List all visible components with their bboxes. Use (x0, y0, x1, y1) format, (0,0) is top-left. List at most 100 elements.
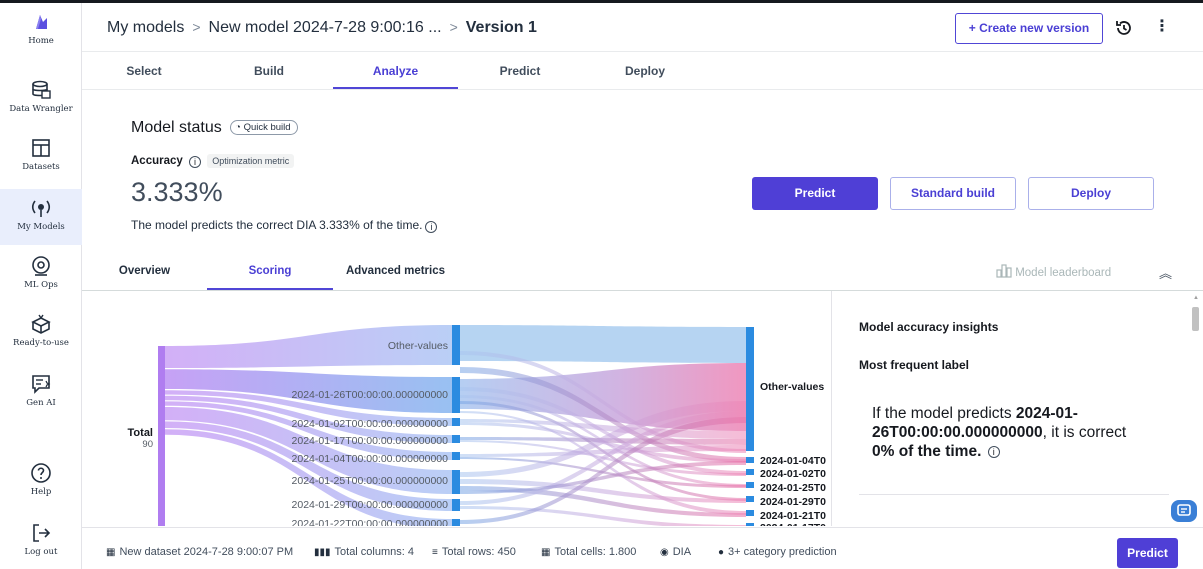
sankey-total-label: Total (128, 427, 153, 439)
sankey-node-actual (746, 457, 754, 463)
rail-item-datasets[interactable]: Datasets (0, 137, 82, 172)
gen-ai-icon (32, 375, 51, 394)
footer-model-type: ● 3+ category prediction (718, 546, 837, 558)
left-navigation-rail: Home Data Wrangler Datasets My Models ML… (0, 3, 82, 569)
deploy-button[interactable]: Deploy (1028, 177, 1154, 210)
chat-bubble-glyph (1177, 504, 1191, 516)
footer-dataset: ▦ New dataset 2024-7-28 9:00:07 PM (106, 546, 293, 558)
model-status-title: Model status (131, 119, 222, 136)
sankey-predicted-label: 2024-01-04T00:00:00.000000000 (292, 453, 449, 465)
sankey-node-predicted (452, 435, 460, 443)
create-new-version-button[interactable]: + Create new version (955, 13, 1103, 44)
sankey-node-actual (746, 496, 754, 502)
rail-label: Datasets (22, 162, 60, 172)
sankey-total-value: 90 (142, 439, 153, 450)
subtab-advanced-metrics[interactable]: Advanced metrics (338, 253, 453, 290)
sankey-actual-label: 2024-01-21T0 (760, 510, 826, 522)
breadcrumb-version: Version 1 (465, 19, 537, 36)
sankey-node-actual (746, 482, 754, 488)
rail-item-log-out[interactable]: Log out (0, 522, 82, 557)
breadcrumb-model[interactable]: New model 2024-7-28 9:00:16 ... (209, 19, 442, 36)
sankey-predicted-label: 2024-01-29T00:00:00.000000000 (292, 499, 449, 511)
accuracy-description-text: The model predicts the correct DIA 3.333… (131, 218, 423, 232)
footer-target-label: DIA (672, 546, 692, 558)
rail-label: Log out (24, 547, 58, 557)
accuracy-label: Accuracy (131, 155, 183, 167)
subtab-scoring[interactable]: Scoring (207, 253, 333, 290)
chevron-right-icon: > (192, 19, 201, 35)
sankey-node-predicted (452, 325, 460, 365)
sankey-actual-label: 2024-01-25T0 (760, 482, 826, 494)
tab-select[interactable]: Select (112, 53, 176, 89)
collapse-icon[interactable]: ︽ (1159, 263, 1172, 282)
rail-item-my-models[interactable]: My Models (0, 189, 82, 245)
sankey-node-actual (746, 510, 754, 516)
scoring-sankey-chart: Total 90 Other-values 2024-01-26T00:00:00.0… (82, 291, 830, 526)
footer-cells-label: Total cells: 1.800 (554, 546, 637, 558)
rail-item-gen-ai[interactable]: Gen AI (0, 373, 82, 408)
insights-title: Model accuracy insights (859, 320, 999, 334)
speedometer-icon: ◔ (235, 122, 241, 133)
divider (859, 494, 1169, 495)
footer-dataset-label: New dataset 2024-7-28 9:00:07 PM (119, 546, 294, 558)
sankey-svg: Total90 Other-values 2024-01-26T00:00:00.0… (128, 325, 826, 526)
more-options-icon[interactable]: ⋮ (1154, 17, 1170, 37)
predict-button[interactable]: Predict (752, 177, 878, 210)
footer-type-label: 3+ category prediction (728, 546, 837, 558)
ml-ops-icon (32, 256, 50, 276)
optimization-metric-tag: Optimization metric (207, 154, 295, 168)
rail-item-home[interactable]: Home (0, 11, 82, 46)
info-icon[interactable]: i (425, 221, 438, 233)
rail-label: Data Wrangler (9, 104, 73, 114)
rail-item-ml-ops[interactable]: ML Ops (0, 255, 82, 290)
home-icon (36, 15, 47, 29)
sankey-links-predicted-to-actual (460, 325, 746, 526)
quick-build-label: Quick build (243, 122, 291, 133)
cells-icon: ▦ (541, 547, 551, 558)
subtab-overview[interactable]: Overview (102, 253, 187, 290)
model-leaderboard-link: Model leaderboard (996, 264, 1111, 279)
table-icon: ▦ (106, 547, 116, 558)
rows-icon: ≡ (432, 547, 438, 558)
insights-text-2: , it is correct (1042, 424, 1127, 441)
info-icon[interactable]: i (189, 156, 201, 168)
breadcrumb: My models > New model 2024-7-28 9:00:16 ..… (107, 19, 537, 37)
chat-icon[interactable] (1171, 500, 1197, 522)
scrollbar-thumb[interactable] (1192, 307, 1199, 331)
log-out-icon (33, 524, 51, 542)
analysis-subtabs: Overview Scoring Advanced metrics Model … (82, 253, 1203, 291)
tab-build[interactable]: Build (237, 53, 301, 89)
sankey-node-actual (746, 469, 754, 475)
rail-label: Home (28, 36, 54, 46)
tab-analyze[interactable]: Analyze (333, 53, 458, 89)
sankey-node-predicted (452, 377, 460, 413)
sankey-predicted-label: 2024-01-25T00:00:00.000000000 (292, 475, 449, 487)
sankey-predicted-label: 2024-01-02T00:00:00.000000000 (292, 418, 449, 430)
sankey-actual-label: Other-values (760, 381, 824, 393)
rail-item-data-wrangler[interactable]: Data Wrangler (0, 79, 82, 114)
rail-label: Help (30, 487, 52, 497)
rail-item-help[interactable]: Help (0, 462, 82, 497)
page-header: My models > New model 2024-7-28 9:00:16 ..… (82, 3, 1203, 52)
my-models-icon (31, 200, 51, 217)
quick-build-badge: ◔ Quick build (230, 120, 298, 135)
tab-predict[interactable]: Predict (488, 53, 552, 89)
footer-predict-button[interactable]: Predict (1117, 538, 1178, 568)
sankey-actual-label: 2024-01-02T0 (760, 468, 826, 480)
rail-item-ready-to-use[interactable]: Ready-to-use (0, 313, 82, 348)
rail-label: ML Ops (24, 280, 58, 290)
tab-deploy[interactable]: Deploy (613, 53, 677, 89)
sankey-predicted-label: 2024-01-22T00:00:00.000000000 (292, 518, 449, 526)
sankey-node-predicted (452, 418, 460, 426)
standard-build-button[interactable]: Standard build (890, 177, 1016, 210)
sankey-node-predicted (452, 470, 460, 494)
leaderboard-label: Model leaderboard (1015, 267, 1112, 279)
insights-scrollbar[interactable]: ▲ (1190, 295, 1200, 523)
rail-label: Ready-to-use (13, 338, 69, 348)
history-icon[interactable] (1114, 18, 1134, 38)
scroll-up-icon[interactable]: ▲ (1193, 295, 1199, 301)
breadcrumb-my-models[interactable]: My models (107, 19, 184, 36)
info-icon[interactable]: i (987, 446, 1000, 458)
footer-cells: ▦ Total cells: 1.800 (541, 546, 636, 558)
columns-icon: ▮▮▮ (314, 547, 331, 558)
